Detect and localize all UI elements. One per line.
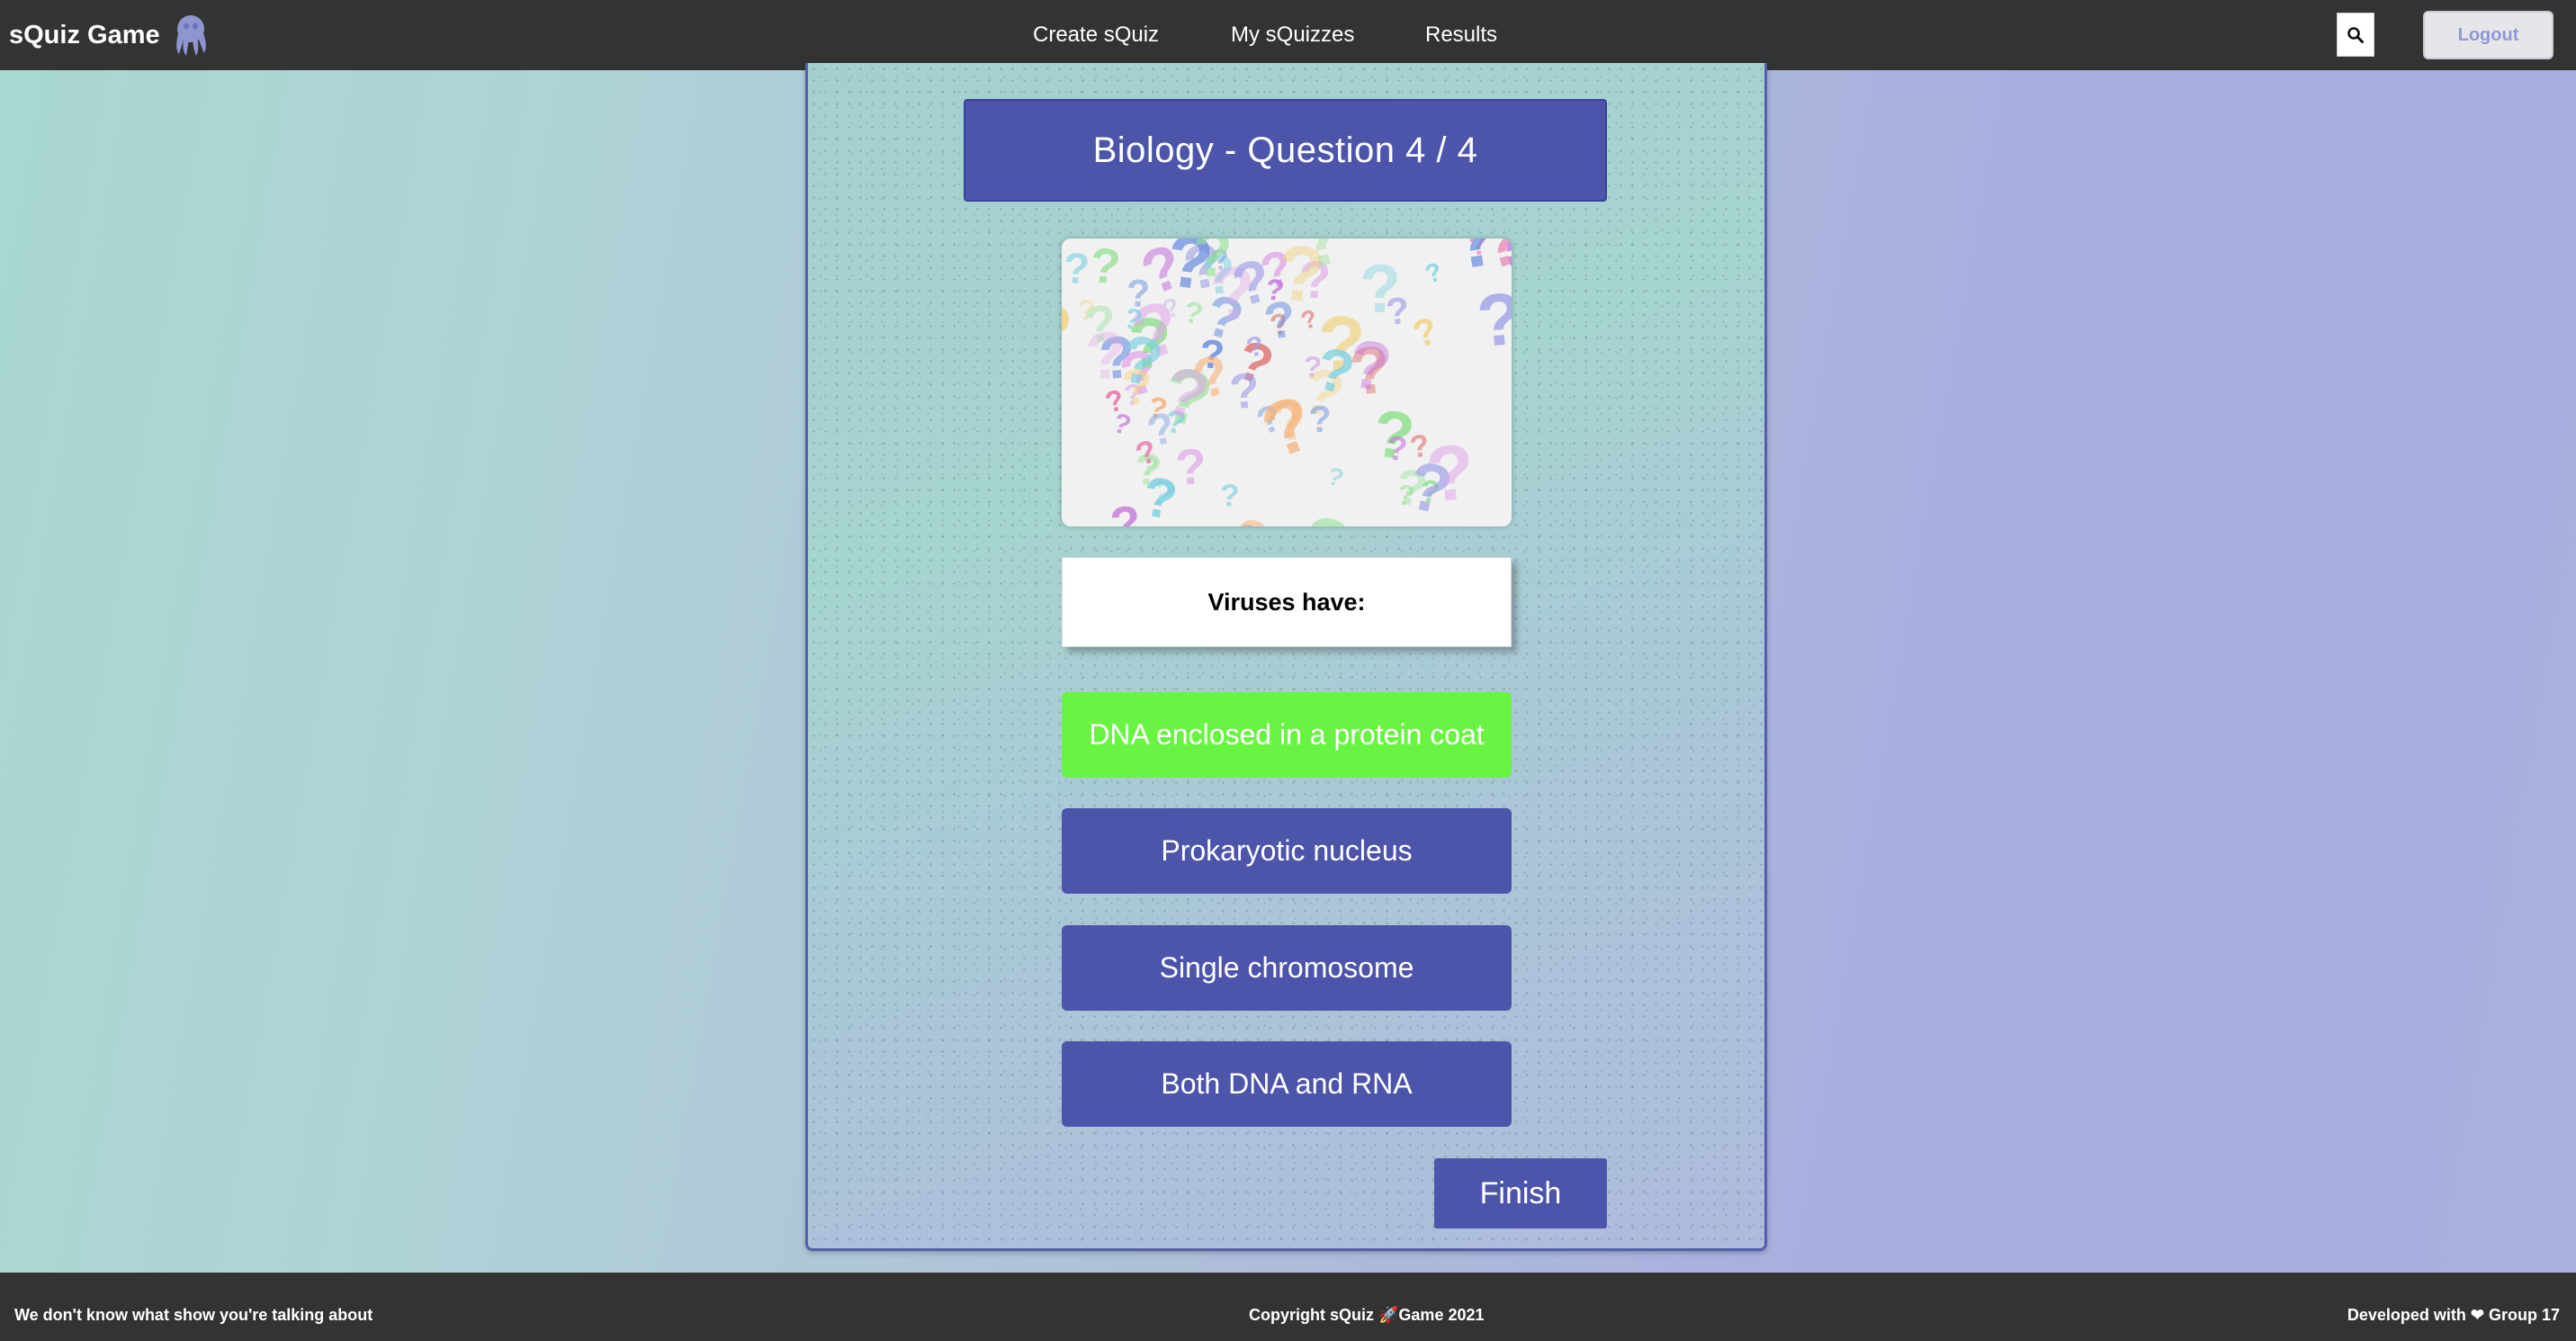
question-mark-glyph: ? bbox=[1296, 499, 1357, 526]
question-mark-glyph: ? bbox=[1062, 282, 1082, 379]
nav-create-squiz[interactable]: Create sQuiz bbox=[1033, 20, 1159, 50]
footer-credits-suffix: Group 17 bbox=[2483, 1306, 2560, 1324]
question-marks-image: ????????????????????????????????????????… bbox=[1062, 238, 1512, 526]
footer-credits: Developed with ❤ Group 17 bbox=[2347, 1304, 2560, 1326]
answer-option-4[interactable]: Both DNA and RNA bbox=[1062, 1041, 1512, 1127]
question-mark-glyph: ? bbox=[1423, 428, 1477, 518]
footer-copyright-suffix: Game 2021 bbox=[1398, 1306, 1485, 1324]
question-mark-glyph: ? bbox=[1108, 495, 1143, 526]
search-icon bbox=[2347, 26, 2364, 43]
question-mark-glyph: ? bbox=[1126, 272, 1151, 315]
brand[interactable]: sQuiz Game bbox=[9, 15, 211, 56]
question-mark-glyph: ? bbox=[1422, 257, 1445, 290]
question-mark-glyph: ? bbox=[1359, 250, 1403, 328]
answer-option-1[interactable]: DNA enclosed in a protein coat bbox=[1062, 692, 1512, 778]
brand-name: sQuiz Game bbox=[9, 20, 160, 50]
question-text: Viruses have: bbox=[1062, 557, 1512, 647]
question-mark-glyph: ? bbox=[1063, 245, 1091, 293]
question-mark-glyph: ? bbox=[1474, 278, 1512, 363]
logout-button[interactable]: Logout bbox=[2423, 11, 2554, 59]
question-mark-glyph: ? bbox=[1324, 462, 1347, 493]
question-mark-glyph: ? bbox=[1220, 478, 1240, 513]
answer-option-2[interactable]: Prokaryotic nucleus bbox=[1062, 808, 1512, 894]
question-mark-glyph: ? bbox=[1192, 238, 1233, 291]
rocket-icon: 🚀 bbox=[1378, 1306, 1399, 1324]
heart-icon: ❤ bbox=[2470, 1306, 2484, 1324]
question-mark-glyph: ? bbox=[1408, 309, 1442, 356]
question-mark-glyph: ? bbox=[1359, 238, 1405, 246]
question-mark-glyph: ? bbox=[1385, 429, 1409, 469]
finish-button[interactable]: Finish bbox=[1434, 1158, 1607, 1228]
footer-credits-prefix: Developed with bbox=[2347, 1306, 2471, 1324]
footer-tagline: We don't know what show you're talking a… bbox=[14, 1306, 373, 1324]
search-button[interactable] bbox=[2337, 13, 2374, 57]
quiz-title: Biology - Question 4 / 4 bbox=[964, 99, 1607, 202]
footer-copyright-prefix: Copyright sQuiz bbox=[1249, 1306, 1378, 1324]
footer-copyright: Copyright sQuiz 🚀Game 2021 bbox=[1249, 1304, 1485, 1326]
nav-results[interactable]: Results bbox=[1425, 20, 1497, 50]
question-mark-glyph: ? bbox=[1088, 238, 1123, 295]
nav-my-squizzes[interactable]: My sQuizzes bbox=[1231, 20, 1354, 50]
octopus-icon bbox=[175, 15, 206, 56]
answer-option-3[interactable]: Single chromosome bbox=[1062, 925, 1512, 1011]
question-image: ????????????????????????????????????????… bbox=[1062, 238, 1512, 526]
